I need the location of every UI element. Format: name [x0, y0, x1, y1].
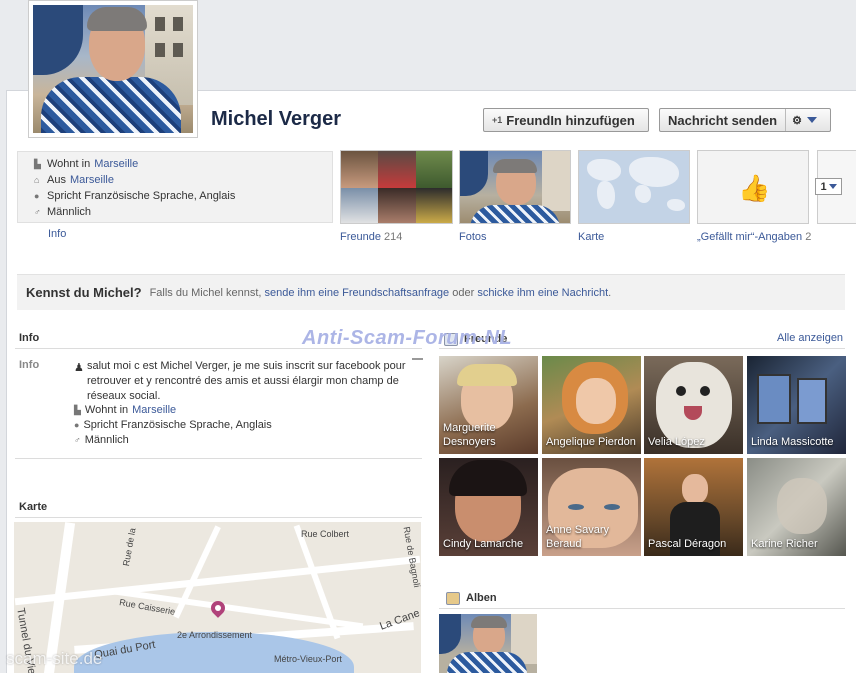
send-message-label: Nachricht senden — [660, 109, 787, 131]
send-message-button[interactable]: Nachricht senden ⚙ — [659, 108, 831, 132]
about-text: salut moi c est Michel Verger, je me sui… — [87, 360, 406, 402]
options-dropdown[interactable]: ⚙ — [786, 114, 823, 127]
info-lives: ▙ Wohnt in Marseille — [74, 404, 176, 416]
friends-label: Freunde — [340, 231, 381, 243]
likes-thumbnail[interactable]: 👍 — [697, 150, 809, 224]
corner-watermark: scam-site.de — [6, 649, 103, 668]
fact-text: Aus — [47, 174, 66, 186]
fact-lives: ▙ Wohnt in Marseille — [34, 158, 138, 170]
thumbs-up-icon: 👍 — [738, 173, 771, 203]
info-lives-link[interactable]: Marseille — [132, 404, 176, 416]
fact-languages: ● Spricht Französische Sprache, Anglais — [34, 190, 235, 202]
facts-box: ▙ Wohnt in Marseille ⌂ Aus Marseille ● S… — [17, 151, 333, 223]
male-icon: ♂ — [74, 435, 81, 445]
friend-name: Linda Massicotte — [751, 436, 834, 448]
send-message-link[interactable]: schicke ihm eine Nachricht — [477, 287, 608, 299]
friend-name: Anne Savary Beraud — [546, 524, 609, 550]
photos-thumbnail[interactable] — [459, 150, 571, 224]
home-icon: ⌂ — [34, 174, 40, 185]
friend-tile[interactable]: Anne Savary Beraud — [542, 458, 641, 556]
info-gender: ♂ Männlich — [74, 434, 129, 446]
photos-thumb-label[interactable]: Fotos — [459, 231, 487, 243]
map-label: Rue de la — [120, 527, 138, 567]
info-link[interactable]: Info — [48, 228, 66, 240]
friend-name: Karine Richer — [751, 538, 818, 550]
albums-icon — [446, 592, 460, 605]
send-friend-request-link[interactable]: sende ihm eine Freundschaftsanfrage — [265, 287, 450, 299]
info-section-title: Info — [19, 332, 40, 344]
map-thumb-label[interactable]: Karte — [578, 231, 604, 243]
map-label: 2e Arrondissement — [177, 630, 253, 640]
pager-dropdown[interactable]: 1 — [815, 178, 842, 195]
friend-name: Pascal Déragon — [648, 538, 727, 550]
male-icon: ♂ — [34, 206, 41, 217]
fact-text: Spricht Französische Sprache, Anglais — [47, 190, 236, 202]
know-user-bar: Kennst du Michel? Falls du Michel kennst… — [17, 274, 845, 310]
friend-tile[interactable]: Karine Richer — [747, 458, 846, 556]
fact-from: ⌂ Aus Marseille — [34, 174, 114, 186]
add-friend-icon: +1 — [492, 115, 503, 125]
globe-icon: ● — [34, 190, 40, 201]
fact-link[interactable]: Marseille — [94, 158, 138, 170]
fact-text: Wohnt in — [47, 158, 91, 170]
profile-picture[interactable] — [28, 0, 198, 138]
friend-name: Velia López — [648, 436, 705, 448]
globe-icon: ● — [74, 420, 80, 430]
house-icon: ▙ — [34, 158, 41, 169]
fact-gender: ♂ Männlich — [34, 206, 91, 218]
map-thumbnail[interactable] — [578, 150, 690, 224]
add-friend-button[interactable]: +1 FreundIn hinzufügen — [483, 108, 649, 132]
info-row-label: Info — [19, 359, 40, 371]
friend-name: Marguerite Desnoyers — [443, 422, 496, 448]
info-lives-text: Wohnt in — [84, 404, 129, 416]
know-title: Kennst du Michel? — [26, 285, 142, 300]
info-languages-text: Spricht Französische Sprache, Anglais — [83, 419, 272, 431]
know-text-after: . — [608, 286, 612, 299]
friend-tile[interactable]: Cindy Lamarche — [439, 458, 538, 556]
friend-tile[interactable]: Angelique Pierdon — [542, 356, 641, 454]
friends-thumbnail[interactable] — [340, 150, 453, 224]
fact-text: Männlich — [47, 206, 92, 218]
albums-section-title: Alben — [466, 592, 497, 604]
friend-tile[interactable]: Marguerite Desnoyers — [439, 356, 538, 454]
info-gender-text: Männlich — [84, 434, 129, 446]
profile-name: Michel Verger — [211, 108, 342, 130]
map-label: Rue Colbert — [301, 529, 350, 539]
know-text: Falls du Michel kennst, sende ihm eine F… — [150, 287, 612, 299]
divider — [15, 458, 422, 459]
likes-count: 2 — [805, 231, 812, 243]
map-label: Métro-Vieux-Port — [274, 654, 342, 664]
friend-tile[interactable]: Velia López — [644, 356, 743, 454]
album-thumbnail[interactable] — [439, 614, 537, 673]
friend-name: Cindy Lamarche — [443, 538, 524, 550]
map-section-title: Karte — [19, 501, 48, 513]
know-text-before: Falls du Michel kennst, — [149, 286, 265, 299]
friend-name: Angelique Pierdon — [546, 436, 636, 448]
person-icon: ♟ — [74, 362, 84, 374]
friends-thumb-label[interactable]: Freunde 214 — [340, 231, 402, 243]
chevron-down-icon — [828, 184, 837, 189]
pager-value: 1 — [820, 180, 827, 193]
house-icon: ▙ — [74, 404, 81, 415]
likes-thumb-label[interactable]: „Gefällt mir“-Angaben 2 — [697, 231, 811, 243]
likes-label: „Gefällt mir“-Angaben — [697, 231, 803, 243]
fact-link[interactable]: Marseille — [70, 174, 114, 186]
friend-tile[interactable]: Pascal Déragon — [644, 458, 743, 556]
info-languages: ● Spricht Französische Sprache, Anglais — [74, 419, 272, 431]
chevron-down-icon — [806, 117, 817, 123]
divider — [15, 517, 422, 518]
friends-count: 214 — [384, 231, 403, 243]
divider — [439, 608, 845, 609]
see-all-friends-link[interactable]: Alle anzeigen — [777, 332, 843, 344]
watermark: Anti-Scam-Forum-NL — [302, 327, 513, 349]
collapse-icon[interactable] — [412, 358, 423, 360]
gear-icon: ⚙ — [792, 114, 802, 127]
friend-tile[interactable]: Linda Massicotte — [747, 356, 846, 454]
know-text-mid: oder — [449, 286, 478, 299]
add-friend-label: FreundIn hinzufügen — [506, 112, 635, 128]
